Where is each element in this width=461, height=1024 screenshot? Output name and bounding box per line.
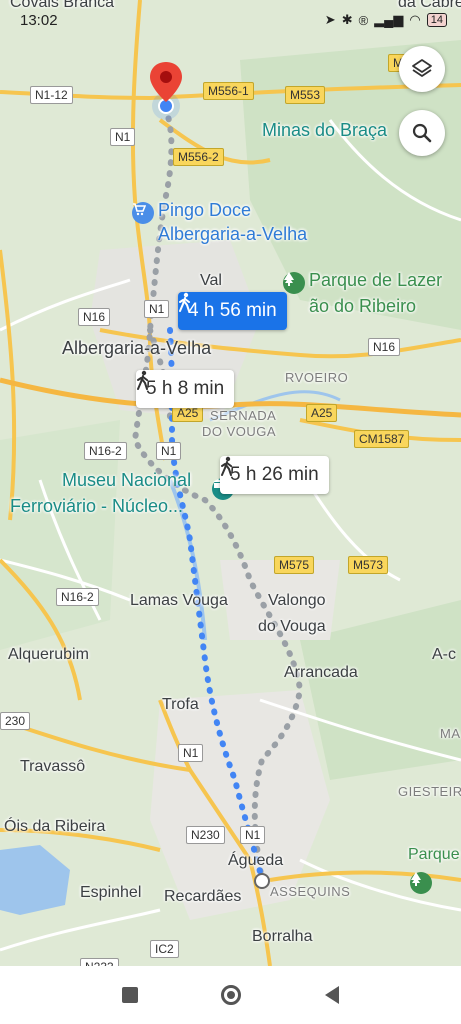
road-shield: N230 xyxy=(186,826,225,844)
place-label: Águeda xyxy=(228,852,284,869)
road-shield: M575 xyxy=(274,556,315,574)
road-shield: N1 xyxy=(144,300,170,318)
place-label: RVOEIRO xyxy=(285,370,349,385)
layers-button[interactable] xyxy=(399,46,445,92)
road-shield: N16 xyxy=(78,308,111,326)
place-label: do Vouga xyxy=(258,618,326,635)
poi-label[interactable]: Ferroviário - Núcleo... xyxy=(10,496,183,517)
home-button[interactable] xyxy=(221,985,242,1005)
place-label: Lamas Vouga xyxy=(130,592,228,609)
search-icon xyxy=(412,123,432,143)
road-shield: N16 xyxy=(368,338,401,356)
place-label: Espinhel xyxy=(80,884,142,901)
layers-icon xyxy=(412,59,432,77)
poi-label[interactable]: Albergaria-a-Velha xyxy=(158,224,307,245)
battery-icon: 14 xyxy=(426,13,447,27)
road-shield: M573 xyxy=(348,556,389,574)
tree-icon[interactable] xyxy=(283,272,305,294)
signal-icon: ▂▄▆ xyxy=(374,12,404,27)
road-shield: M553 xyxy=(285,86,326,104)
road-shield: N1 xyxy=(110,128,136,146)
poi-label[interactable]: Parque xyxy=(408,846,460,864)
status-icons: ➤ ✱ ® ▂▄▆ ◠ 14 xyxy=(325,12,447,28)
place-label: Val xyxy=(200,272,222,289)
search-button[interactable] xyxy=(399,110,445,156)
route-chip-alt[interactable]: 5 h 26 min xyxy=(220,456,329,494)
walking-icon xyxy=(137,370,148,390)
road-shield: A25 xyxy=(306,404,338,422)
system-nav-bar xyxy=(0,966,461,1024)
place-label: Travassô xyxy=(20,758,86,775)
place-label: Minas do Braça xyxy=(262,120,388,140)
road-shield: M556-1 xyxy=(203,82,254,100)
poi-label[interactable]: Museu Nacional xyxy=(62,470,191,491)
status-time: 13:02 xyxy=(20,12,58,29)
road-shield: N1 xyxy=(156,442,182,460)
place-label: Borralha xyxy=(252,928,313,945)
road-shield: IC2 xyxy=(150,940,179,958)
place-label: Arrancada xyxy=(284,664,358,681)
wifi-icon: ◠ xyxy=(409,12,421,27)
route-duration: 5 h 8 min xyxy=(146,378,225,399)
road-shield: M556-2 xyxy=(173,148,224,166)
road-shield: N1 xyxy=(240,826,266,844)
road-shield: N1-12 xyxy=(30,86,73,104)
place-label: Valongo xyxy=(268,592,326,609)
place-label: Recardães xyxy=(164,888,242,905)
tree-icon[interactable] xyxy=(410,872,432,894)
shopping-cart-icon[interactable] xyxy=(132,202,154,224)
place-label: A-c xyxy=(432,646,456,663)
route-duration: 4 h 56 min xyxy=(188,300,277,321)
walking-icon xyxy=(221,456,232,476)
road-shield: N16-2 xyxy=(84,442,127,460)
place-label: MA xyxy=(440,726,461,741)
route-chip-alt[interactable]: 5 h 8 min xyxy=(136,370,235,408)
route-chip-selected[interactable]: 4 h 56 min xyxy=(178,292,287,330)
place-label: ASSEQUINS xyxy=(270,884,351,899)
place-label: SERNADA xyxy=(210,408,277,423)
road-shield: CM1587 xyxy=(354,430,410,448)
place-label: GIESTEIR xyxy=(398,784,461,799)
map-view[interactable]: Covais Branca da Cabreira Minas do Braça… xyxy=(0,0,461,966)
back-button[interactable] xyxy=(325,986,340,1004)
poi-label[interactable]: Pingo Doce xyxy=(158,200,251,221)
destination-marker[interactable] xyxy=(254,873,270,889)
registered-icon: ® xyxy=(358,12,369,28)
road-shield: N233 xyxy=(80,958,119,966)
place-label: Alquerubim xyxy=(8,646,89,663)
poi-label[interactable]: ão do Ribeiro xyxy=(309,296,416,317)
road-shield: 230 xyxy=(0,712,31,730)
place-label: Óis da Ribeira xyxy=(4,818,106,835)
place-label: Albergaria-a-Velha xyxy=(62,338,212,358)
status-bar: 13:02 ➤ ✱ ® ▂▄▆ ◠ 14 xyxy=(0,0,461,40)
bluetooth-icon: ✱ xyxy=(341,12,353,27)
road-shield: N16-2 xyxy=(56,588,99,606)
route-duration: 5 h 26 min xyxy=(230,464,319,485)
road-shield: N1 xyxy=(178,744,204,762)
recents-button[interactable] xyxy=(121,987,138,1003)
walking-icon xyxy=(179,292,190,312)
place-label: DO VOUGA xyxy=(202,424,277,439)
poi-label[interactable]: Parque de Lazer xyxy=(309,270,442,291)
location-arrow-icon: ➤ xyxy=(324,12,336,27)
place-label: Trofa xyxy=(162,696,199,713)
